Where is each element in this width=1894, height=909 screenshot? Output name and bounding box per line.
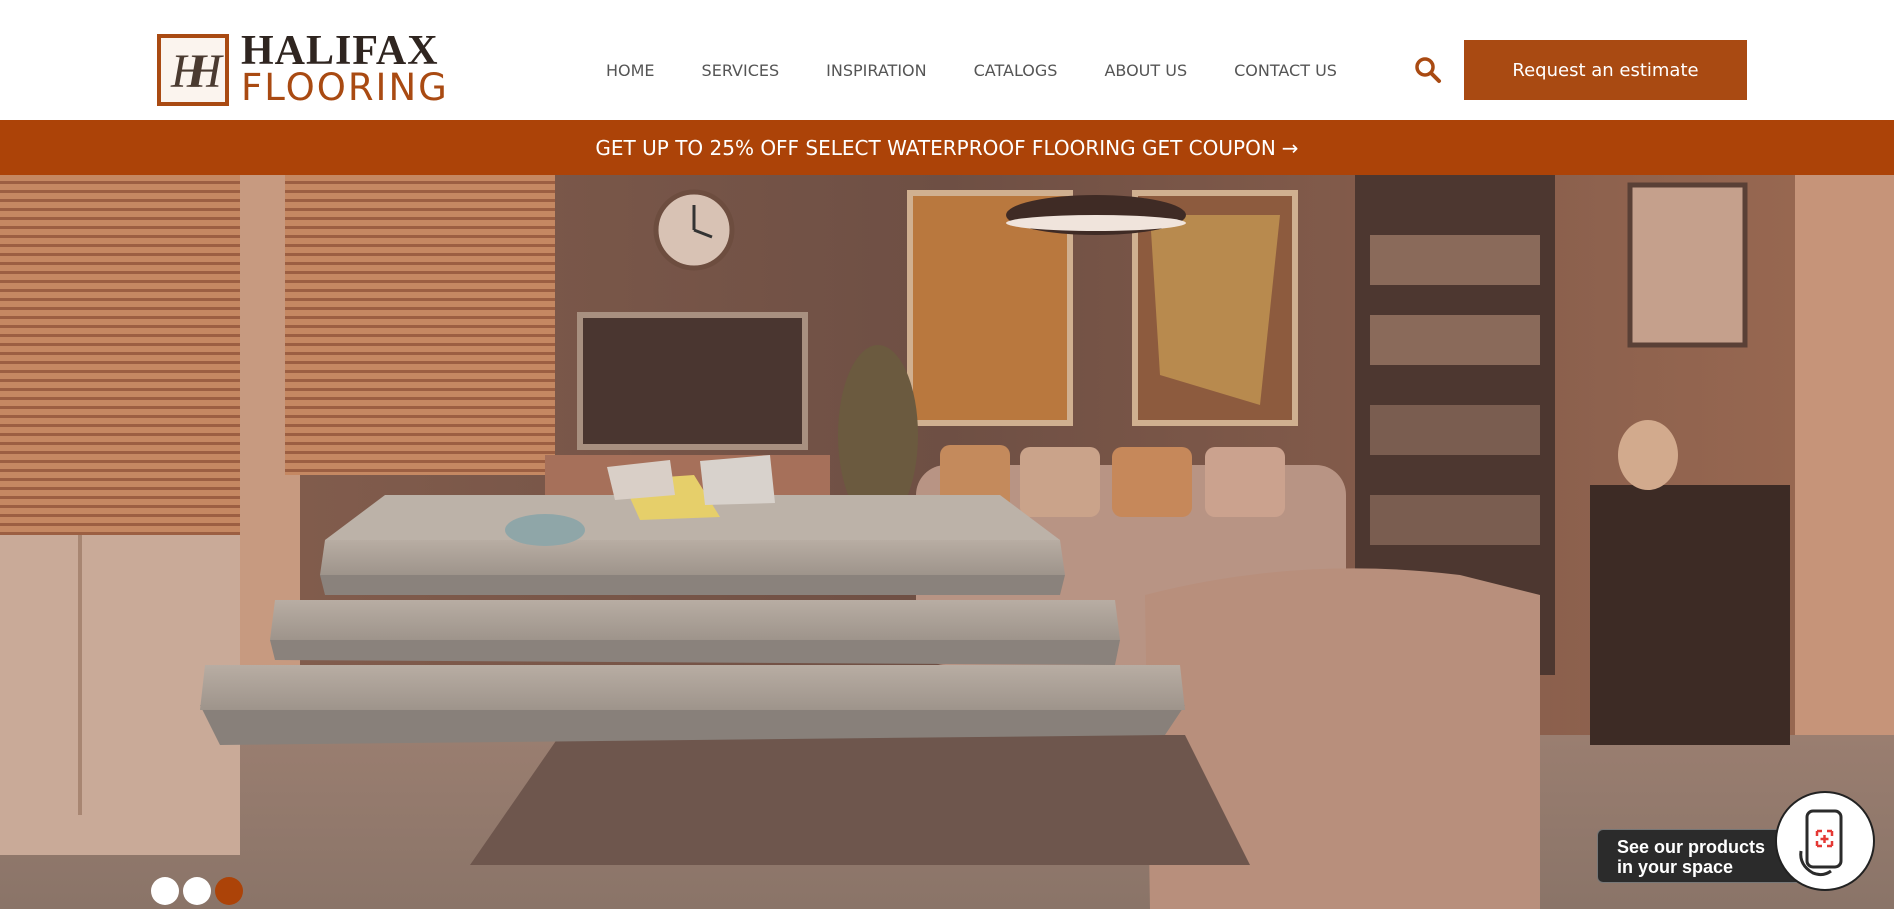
slider-dot-2[interactable] [183,877,211,905]
nav-item-inspiration[interactable]: INSPIRATION [826,60,926,82]
main-nav: HOME SERVICES INSPIRATION CATALOGS ABOUT… [606,60,1337,82]
nav-item-about-us[interactable]: ABOUT US [1104,60,1187,82]
hero-image-living-room [0,175,1894,909]
site-header: H H HALIFAX FLOORING HOME SERVICES INSPI… [0,0,1894,120]
request-estimate-button[interactable]: Request an estimate [1464,40,1747,100]
search-icon[interactable] [1414,56,1442,84]
promo-banner[interactable]: GET UP TO 25% OFF SELECT WATERPROOF FLOO… [0,120,1894,175]
promo-text: GET UP TO 25% OFF SELECT WATERPROOF FLOO… [595,135,1276,160]
nav-item-home[interactable]: HOME [606,60,655,82]
ar-widget-line1: See our products [1617,837,1766,857]
slider-dots [151,877,247,905]
slider-dot-1[interactable] [151,877,179,905]
arrow-right-icon: → [1281,135,1299,160]
nav-item-contact-us[interactable]: CONTACT US [1234,60,1337,82]
ar-widget-label[interactable]: See our products in your space [1597,829,1801,883]
slider-dot-3-active[interactable] [215,877,243,905]
nav-item-catalogs[interactable]: CATALOGS [974,60,1058,82]
logo-monogram-2: H [187,45,222,98]
halifax-flooring-logo[interactable]: H H HALIFAX FLOORING [157,30,457,110]
ar-widget-line2: in your space [1617,857,1734,877]
logo-name-line2: FLOORING [241,66,449,109]
phone-ar-icon[interactable] [1775,791,1875,891]
logo-monogram-icon: H H [157,34,229,106]
nav-item-services[interactable]: SERVICES [702,60,780,82]
hero-slider [0,175,1894,909]
